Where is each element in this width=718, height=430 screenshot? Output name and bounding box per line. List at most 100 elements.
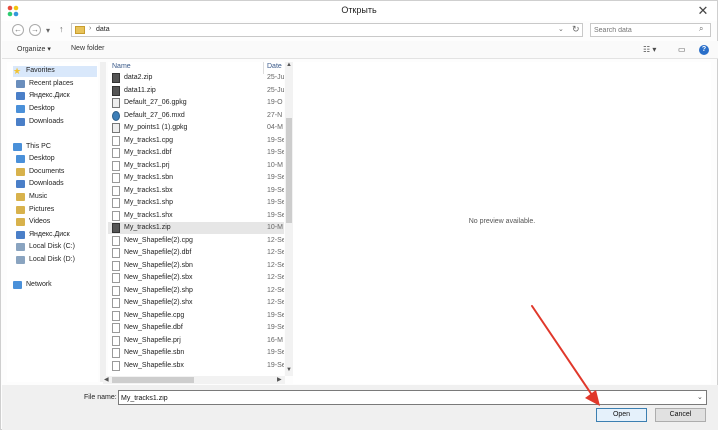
- file-icon: [112, 173, 120, 183]
- file-row[interactable]: My_tracks1.dbf 19-Se: [108, 147, 284, 159]
- file-row[interactable]: Default_27_06.gpkg 19-O: [108, 97, 284, 109]
- file-row[interactable]: New_Shapefile(2).cpg 12-Se: [108, 235, 284, 247]
- file-row[interactable]: My_tracks1.shp 19-Se: [108, 197, 284, 209]
- nav-item-label: Network: [26, 281, 52, 288]
- open-button[interactable]: Open: [596, 408, 647, 422]
- nav-item[interactable]: Desktop: [16, 154, 97, 165]
- file-row[interactable]: New_Shapefile(2).sbx 12-Se: [108, 272, 284, 284]
- file-row[interactable]: Default_27_06.mxd 27-N: [108, 110, 284, 122]
- scrollbar-thumb[interactable]: [286, 118, 292, 223]
- nav-item-label: Desktop: [29, 105, 55, 112]
- help-icon[interactable]: ?: [699, 45, 709, 55]
- nav-item[interactable]: Network: [13, 280, 97, 291]
- file-row[interactable]: data2.zip 25-Ju: [108, 72, 284, 84]
- nav-item[interactable]: Desktop: [16, 104, 97, 115]
- file-row[interactable]: data11.zip 25-Ju: [108, 85, 284, 97]
- nav-item[interactable]: Recent places: [16, 79, 97, 90]
- file-name: New_Shapefile.sbx: [124, 361, 184, 369]
- file-icon: [112, 285, 120, 296]
- file-date: 10-M: [267, 161, 283, 169]
- nav-item[interactable]: Local Disk (D:): [16, 255, 97, 266]
- back-arrow-icon[interactable]: ←: [12, 24, 24, 36]
- file-name-input[interactable]: [121, 393, 681, 404]
- nav-item[interactable]: Documents: [16, 167, 97, 178]
- nav-item[interactable]: Local Disk (C:): [16, 242, 97, 253]
- file-row[interactable]: New_Shapefile.dbf 19-Se: [108, 322, 284, 334]
- file-row[interactable]: My_points1 (1).gpkg 04-M: [108, 122, 284, 134]
- file-name-dropdown-icon[interactable]: ⌄: [697, 393, 703, 401]
- file-row[interactable]: New_Shapefile(2).sbn 12-Se: [108, 260, 284, 272]
- videos-icon: [16, 218, 25, 226]
- file-name-combobox[interactable]: ⌄: [118, 390, 707, 405]
- file-date: 19-Se: [267, 311, 284, 319]
- file-row[interactable]: New_Shapefile.sbn 19-Se: [108, 347, 284, 359]
- file-row[interactable]: New_Shapefile.sbx 19-Se: [108, 360, 284, 372]
- navigation-scrollbar[interactable]: [100, 62, 106, 382]
- nav-item[interactable]: Pictures: [16, 205, 97, 216]
- file-list-horizontal-scrollbar[interactable]: ◀ ▶: [103, 376, 285, 384]
- change-view-icon[interactable]: ☷ ▾: [643, 45, 656, 54]
- address-bar[interactable]: › data ⌄ ↻: [71, 23, 583, 37]
- search-input[interactable]: [594, 25, 694, 36]
- command-toolbar: Organize ▾ New folder ☷ ▾ ▭: [2, 41, 718, 59]
- nav-item[interactable]: Downloads: [16, 179, 97, 190]
- file-date: 12-Se: [267, 261, 284, 269]
- file-row[interactable]: My_tracks1.sbx 19-Se: [108, 185, 284, 197]
- file-date: 04-M: [267, 124, 283, 131]
- organize-button[interactable]: Organize ▾: [17, 45, 51, 53]
- file-row[interactable]: My_tracks1.sbn 19-Se: [108, 172, 284, 184]
- breadcrumb-data[interactable]: data: [96, 26, 110, 33]
- scroll-down-icon[interactable]: ▼: [285, 367, 293, 373]
- close-icon[interactable]: ✕: [695, 3, 711, 19]
- recent-locations-chevron-icon[interactable]: ▾: [46, 26, 50, 35]
- file-name: My_tracks1.sbn: [124, 174, 174, 181]
- file-row[interactable]: My_tracks1.shx 19-Se: [108, 210, 284, 222]
- file-date: 19-Se: [267, 186, 284, 194]
- file-row[interactable]: New_Shapefile(2).shx 12-Se: [108, 297, 284, 309]
- nav-item[interactable]: This PC: [13, 142, 97, 153]
- file-row[interactable]: New_Shapefile(2).shp 12-Se: [108, 285, 284, 297]
- file-list-vertical-scrollbar[interactable]: ▲ ▼: [285, 62, 293, 376]
- up-arrow-icon[interactable]: ↑: [59, 24, 64, 34]
- file-row[interactable]: New_Shapefile.cpg 19-Se: [108, 310, 284, 322]
- file-list: Name ^ Date data2.zip 25-Ju data11.zip 25-J…: [108, 62, 284, 376]
- drive-icon: [16, 256, 25, 264]
- file-row[interactable]: New_Shapefile(2).dbf 12-Se: [108, 247, 284, 259]
- file-date: 19-Se: [267, 349, 284, 356]
- nav-item[interactable]: Яндекс.Диск: [16, 91, 97, 102]
- zip-file-icon: [112, 223, 120, 233]
- nav-item[interactable]: Videos: [16, 217, 97, 228]
- nav-item[interactable]: Яндекс.Диск: [16, 230, 97, 241]
- file-name: My_tracks1.prj: [124, 161, 170, 169]
- nav-item[interactable]: Downloads: [16, 117, 97, 128]
- file-icon: [112, 260, 120, 271]
- file-row[interactable]: New_Shapefile.prj 16-M: [108, 335, 284, 347]
- file-date: 19-Se: [267, 174, 284, 181]
- file-row[interactable]: My_tracks1.cpg 19-Se: [108, 135, 284, 147]
- preview-pane-icon[interactable]: ▭: [678, 45, 686, 54]
- file-date: 19-Se: [267, 324, 284, 331]
- refresh-icon[interactable]: ↻: [572, 24, 580, 35]
- nav-item[interactable]: ★ Favorites: [13, 66, 97, 77]
- scrollbar-thumb[interactable]: [112, 377, 194, 383]
- file-row[interactable]: My_tracks1.zip 10-M: [108, 222, 284, 234]
- geopackage-file-icon: [112, 123, 120, 133]
- scroll-up-icon[interactable]: ▲: [285, 62, 293, 68]
- file-name: New_Shapefile.dbf: [124, 324, 183, 331]
- scroll-right-icon[interactable]: ▶: [277, 376, 282, 383]
- scroll-left-icon[interactable]: ◀: [104, 376, 109, 383]
- file-name: My_tracks1.sbx: [124, 186, 173, 194]
- file-name: New_Shapefile(2).shp: [124, 286, 193, 294]
- file-name: My_points1 (1).gpkg: [124, 124, 188, 131]
- file-row[interactable]: My_tracks1.prj 10-M: [108, 160, 284, 172]
- breadcrumb-separator-icon: ›: [89, 25, 92, 32]
- nav-item[interactable]: Music: [16, 192, 97, 203]
- file-name: My_tracks1.shp: [124, 199, 174, 206]
- search-box[interactable]: ⌕: [590, 23, 711, 37]
- search-icon[interactable]: ⌕: [699, 24, 703, 34]
- address-dropdown-icon[interactable]: ⌄: [558, 25, 564, 33]
- new-folder-button[interactable]: New folder: [71, 45, 104, 52]
- forward-arrow-icon[interactable]: →: [29, 24, 41, 36]
- cancel-button[interactable]: Cancel: [655, 408, 706, 422]
- nav-item-label: Local Disk (C:): [29, 243, 75, 250]
